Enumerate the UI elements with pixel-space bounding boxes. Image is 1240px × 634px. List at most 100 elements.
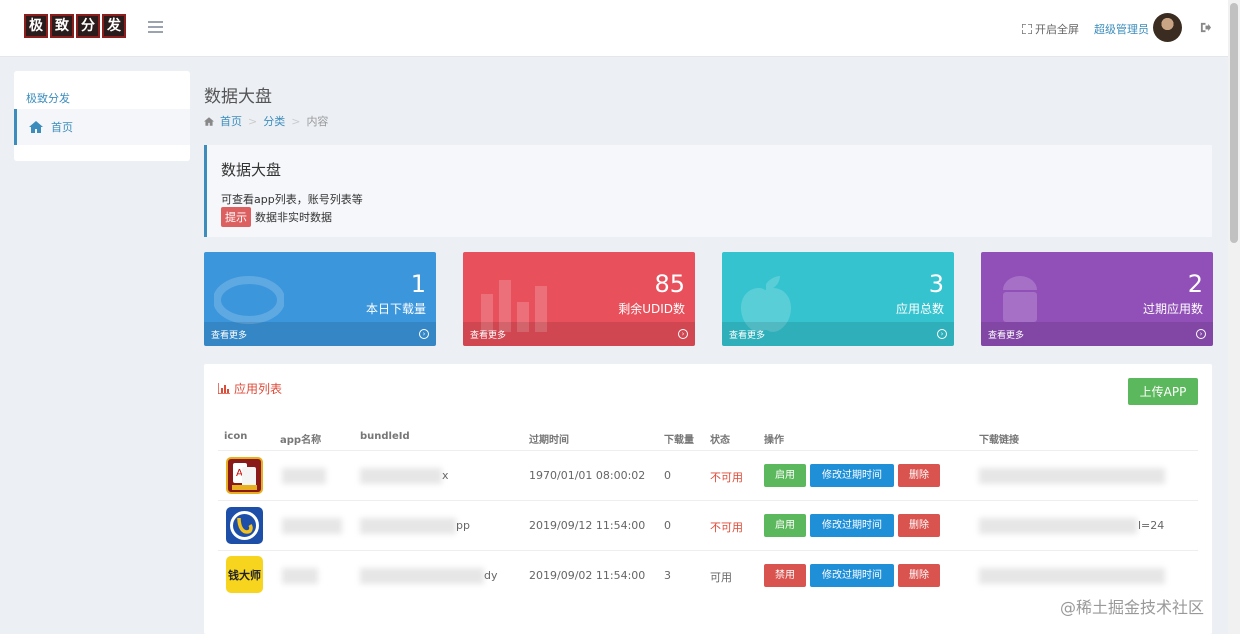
svg-text:钱大师: 钱大师 xyxy=(228,568,261,582)
stat-more-label: 查看更多 xyxy=(211,330,248,341)
watermark: @稀土掘金技术社区 xyxy=(1060,598,1205,617)
column-header: app名称 xyxy=(280,435,322,446)
column-header: 过期时间 xyxy=(529,435,569,446)
tip-text: 数据非实时数据 xyxy=(255,211,332,224)
download-link-redacted[interactable] xyxy=(979,468,1165,484)
fullscreen-button[interactable]: 开启全屏 xyxy=(1022,21,1079,37)
sidebar-title: 极致分发 xyxy=(26,92,70,105)
stat-more-label: 查看更多 xyxy=(988,330,1025,341)
download-count: 3 xyxy=(664,569,671,582)
tip-badge: 提示 xyxy=(221,207,251,227)
expire-time: 2019/09/02 11:54:00 xyxy=(529,569,646,582)
logout-icon[interactable] xyxy=(1200,22,1211,33)
download-count: 0 xyxy=(664,469,671,482)
breadcrumb-home[interactable]: 首页 xyxy=(220,113,242,129)
enable-button[interactable]: 启用 xyxy=(764,514,806,537)
stat-more-link[interactable]: 查看更多 › xyxy=(722,322,954,346)
status-badge: 可用 xyxy=(710,571,732,584)
edit-expire-button[interactable]: 修改过期时间 xyxy=(810,514,894,537)
stat-more-link[interactable]: 查看更多 › xyxy=(981,322,1213,346)
bundle-id-tail: pp xyxy=(456,519,470,532)
callout-description: 可查看app列表，账号列表等 xyxy=(221,193,363,206)
bundle-id-tail: dy xyxy=(484,569,498,582)
stat-more-link[interactable]: 查看更多 › xyxy=(463,322,695,346)
stat-more-label: 查看更多 xyxy=(729,330,766,341)
download-link-redacted[interactable] xyxy=(979,568,1165,584)
breadcrumb-separator: > xyxy=(291,114,301,128)
stat-label: 过期应用数 xyxy=(1142,302,1203,316)
bundle-id-redacted xyxy=(360,518,456,534)
bundle-id-tail: x xyxy=(442,469,449,482)
logo-char: 分 xyxy=(76,14,100,38)
divider xyxy=(218,450,1198,451)
stat-box-downloads-today: 1 本日下载量 查看更多 › xyxy=(204,252,436,346)
panel-title-label: 应用列表 xyxy=(234,382,283,396)
app-name-redacted xyxy=(282,518,342,534)
logo-char: 极 xyxy=(24,14,48,38)
expire-time: 2019/09/12 11:54:00 xyxy=(529,519,646,532)
android-icon xyxy=(1003,276,1037,322)
stat-value: 3 xyxy=(928,270,944,298)
stat-box-remaining-udid: 85 剩余UDID数 查看更多 › xyxy=(463,252,695,346)
logo[interactable]: 极 致 分 发 xyxy=(24,14,126,38)
column-header: 操作 xyxy=(764,435,784,446)
arrow-circle-right-icon: › xyxy=(678,329,688,339)
scroll-thumb[interactable] xyxy=(1230,3,1238,243)
stat-label: 本日下载量 xyxy=(365,302,426,316)
home-icon xyxy=(204,116,214,126)
column-header: 下载链接 xyxy=(979,435,1019,446)
stat-more-link[interactable]: 查看更多 › xyxy=(204,322,436,346)
delete-button[interactable]: 删除 xyxy=(898,564,940,587)
admin-name-link[interactable]: 超级管理员 xyxy=(1094,21,1149,37)
app-icon-image xyxy=(226,507,263,544)
expire-time: 1970/01/01 08:00:02 xyxy=(529,469,646,482)
breadcrumb-separator: > xyxy=(248,114,258,128)
stat-value: 1 xyxy=(410,270,426,298)
sidebar-item-label: 首页 xyxy=(51,121,73,134)
menu-toggle-icon[interactable] xyxy=(148,21,163,33)
arrow-circle-right-icon: › xyxy=(419,329,429,339)
fullscreen-label: 开启全屏 xyxy=(1035,23,1079,36)
divider xyxy=(218,500,1198,501)
sidebar: 极致分发 首页 xyxy=(14,71,190,161)
app-name-redacted xyxy=(282,468,326,484)
column-header: icon xyxy=(224,431,248,442)
stat-box-app-total: 3 应用总数 查看更多 › xyxy=(722,252,954,346)
expand-icon xyxy=(1022,24,1032,34)
svg-text:A: A xyxy=(236,468,243,479)
upload-app-button[interactable]: 上传APP xyxy=(1128,378,1198,405)
stat-value: 85 xyxy=(654,270,685,298)
enable-button[interactable]: 启用 xyxy=(764,464,806,487)
column-header: 下载量 xyxy=(664,435,694,446)
top-header: 极 致 分 发 开启全屏 超级管理员 xyxy=(0,0,1228,57)
edit-expire-button[interactable]: 修改过期时间 xyxy=(810,464,894,487)
app-name-redacted xyxy=(282,568,318,584)
avatar[interactable] xyxy=(1153,13,1182,42)
status-badge: 不可用 xyxy=(710,471,743,484)
scrollbar[interactable] xyxy=(1228,0,1240,634)
stat-value: 2 xyxy=(1187,270,1203,298)
arrow-circle-right-icon: › xyxy=(937,329,947,339)
info-callout: 数据大盘 可查看app列表，账号列表等 提示 数据非实时数据 xyxy=(204,145,1212,237)
bundle-id-redacted xyxy=(360,468,442,484)
status-badge: 不可用 xyxy=(710,521,743,534)
delete-button[interactable]: 删除 xyxy=(898,464,940,487)
callout-title: 数据大盘 xyxy=(221,161,282,179)
arrow-circle-right-icon: › xyxy=(1196,329,1206,339)
disable-button[interactable]: 禁用 xyxy=(764,564,806,587)
delete-button[interactable]: 删除 xyxy=(898,514,940,537)
breadcrumb-current: 内容 xyxy=(306,115,329,128)
callout-tip: 提示 数据非实时数据 xyxy=(221,207,332,227)
download-link-tail[interactable]: l=24 xyxy=(1138,519,1164,532)
stat-label: 剩余UDID数 xyxy=(618,302,685,316)
stat-more-label: 查看更多 xyxy=(470,330,507,341)
page-title: 数据大盘 xyxy=(204,87,272,107)
bundle-id-redacted xyxy=(360,568,484,584)
breadcrumb-category[interactable]: 分类 xyxy=(263,113,285,129)
divider xyxy=(218,550,1198,551)
edit-expire-button[interactable]: 修改过期时间 xyxy=(810,564,894,587)
download-link-redacted[interactable] xyxy=(979,518,1137,534)
bar-chart-icon xyxy=(218,383,230,394)
column-header: bundleId xyxy=(360,431,410,442)
sidebar-item-home[interactable]: 首页 xyxy=(14,109,190,145)
